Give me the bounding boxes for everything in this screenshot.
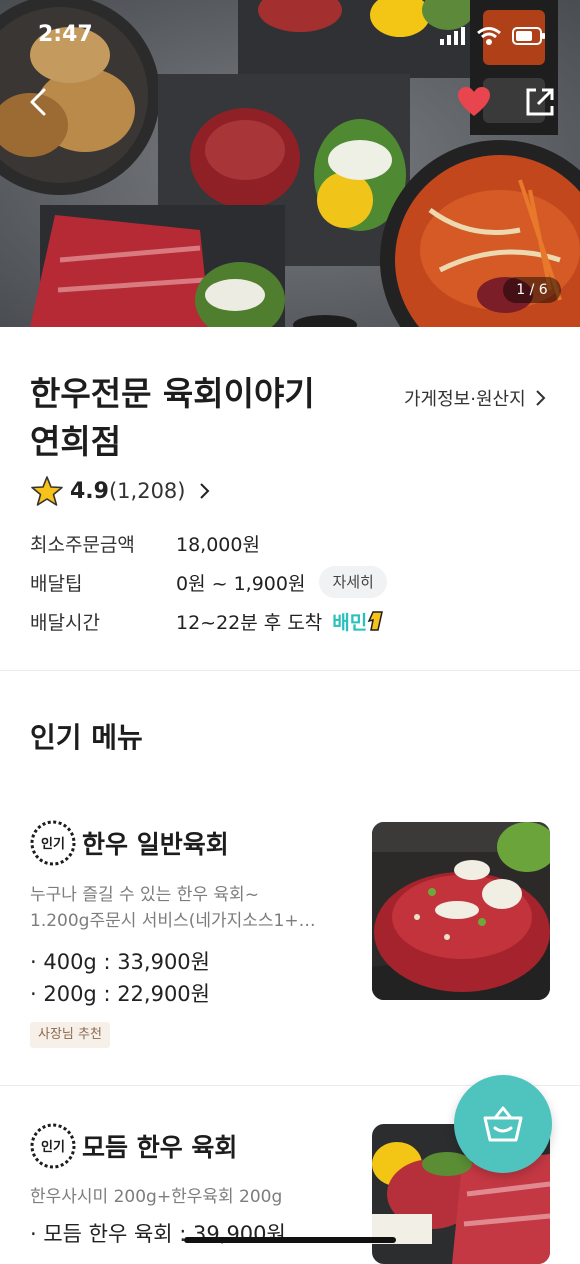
status-icons xyxy=(440,26,546,46)
store-name-line1: 한우전문 육회이야기 xyxy=(30,374,315,413)
popular-badge-icon: 인기 xyxy=(30,1123,76,1169)
status-bar: 2:47 xyxy=(0,0,580,70)
menu-name: 모듬 한우 육회 xyxy=(82,1133,238,1162)
menu-description: 한우사시미 200g+한우육회 200g xyxy=(30,1184,340,1210)
store-info-link-label: 가게정보·원산지 xyxy=(404,389,526,410)
delivery-tip-detail-button[interactable]: 자세히 xyxy=(319,566,387,598)
popular-badge: 인기 xyxy=(30,820,76,866)
menu-food-image xyxy=(372,822,550,1000)
menu-option: · 400g : 33,900원 xyxy=(30,950,210,974)
share-button[interactable] xyxy=(524,86,556,118)
delivery-tip-value: 0원 ~ 1,900원 xyxy=(176,572,306,595)
popular-badge-text: 인기 xyxy=(41,836,65,852)
min-order-value: 18,000원 xyxy=(176,533,260,556)
menu-name: 한우 일반육회 xyxy=(82,830,229,859)
image-page-indicator: 1 / 6 xyxy=(503,277,561,303)
owner-recommend-tag: 사장님 추천 xyxy=(30,1022,110,1048)
rating-row[interactable]: 4.9 (1,208) xyxy=(30,474,210,508)
rating-score: 4.9 xyxy=(70,478,109,504)
menu-option: · 모듬 한우 육회 : 39,900원 xyxy=(30,1222,286,1246)
star-icon xyxy=(31,476,63,506)
min-order-label: 최소주문금액 xyxy=(30,533,135,556)
battery-icon xyxy=(512,27,545,45)
menu-name-row: 인기 한우 일반육회 xyxy=(30,820,229,866)
min-order-row: 최소주문금액 18,000원 xyxy=(30,528,260,558)
store-info-origin-link[interactable]: 가게정보·원산지 xyxy=(404,385,546,411)
store-name: 한우전문 육회이야기 연희점 xyxy=(30,370,370,466)
delivery-tip-row: 배달팁 0원 ~ 1,900원 자세히 xyxy=(30,566,387,598)
menu-thumbnail xyxy=(372,822,550,1000)
menu-name-row: 인기 모듬 한우 육회 xyxy=(30,1123,237,1169)
menu-desc-line1: 한우사시미 200g+한우육회 200g xyxy=(30,1187,283,1207)
baemin-text: 배민 xyxy=(332,611,368,634)
back-button[interactable] xyxy=(24,86,56,118)
store-hero-image[interactable]: 2:47 1 / 6 xyxy=(0,0,580,327)
review-count: (1,208) xyxy=(108,479,186,503)
baemin1-badge: 배민 xyxy=(332,608,385,635)
menu-item[interactable]: 인기 한우 일반육회 누구나 즐길 수 있는 한우 육회~ 1.200g주문시 … xyxy=(0,800,580,1080)
heart-icon xyxy=(458,87,490,116)
popular-badge: 인기 xyxy=(30,1123,76,1169)
delivery-time-label: 배달시간 xyxy=(30,611,100,634)
store-name-line2: 연희점 xyxy=(30,422,122,461)
share-icon xyxy=(526,88,554,116)
popular-menu-title: 인기 메뉴 xyxy=(30,721,143,754)
back-arrow-icon xyxy=(30,88,46,116)
menu-description: 누구나 즐길 수 있는 한우 육회~ 1.200g주문시 서비스(네가지소스1+… xyxy=(30,882,340,934)
popular-badge-icon: 인기 xyxy=(30,820,76,866)
wifi-icon xyxy=(477,27,501,45)
menu-desc-line1: 누구나 즐길 수 있는 한우 육회~ xyxy=(30,885,259,905)
status-time: 2:47 xyxy=(38,22,93,47)
signal-icon xyxy=(440,27,465,45)
cart-button[interactable] xyxy=(454,1075,552,1173)
chevron-right-icon xyxy=(535,390,546,406)
home-indicator xyxy=(184,1237,396,1243)
favorite-button[interactable] xyxy=(457,86,491,118)
cart-basket-icon xyxy=(483,1106,523,1142)
chevron-right-icon xyxy=(199,483,209,499)
menu-option: · 200g : 22,900원 xyxy=(30,982,210,1006)
delivery-time-value: 12~22분 후 도착 xyxy=(176,611,323,634)
menu-desc-line2: 1.200g주문시 서비스(네가지소스1+… xyxy=(30,911,316,931)
baemin-one-logo xyxy=(367,611,384,631)
section-divider xyxy=(0,670,580,671)
popular-badge-text: 인기 xyxy=(41,1139,65,1155)
delivery-time-row: 배달시간 12~22분 후 도착 배민 xyxy=(30,606,385,636)
delivery-tip-label: 배달팁 xyxy=(30,572,83,595)
